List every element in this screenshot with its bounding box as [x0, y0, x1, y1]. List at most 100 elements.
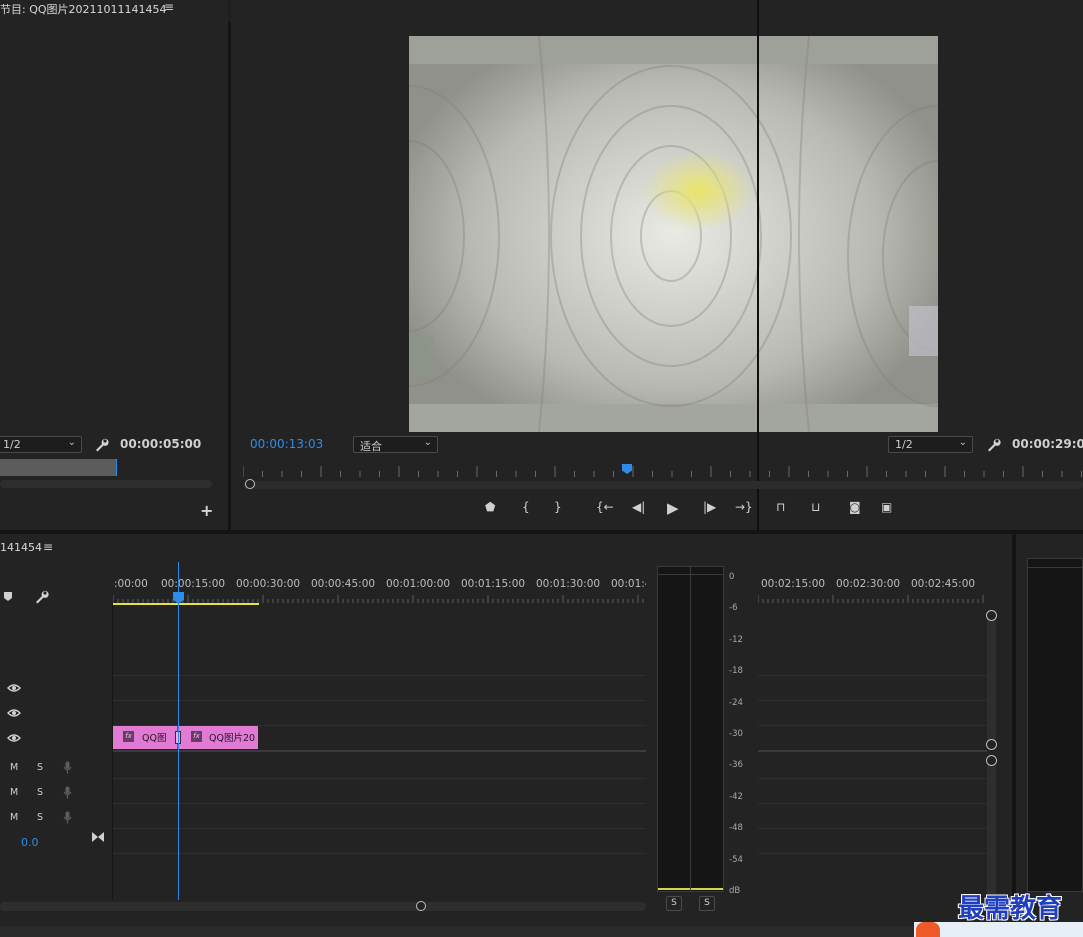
- db-label: -24: [729, 697, 743, 708]
- program-resolution-select[interactable]: 1/2 ⌄: [888, 436, 973, 453]
- timeline-title[interactable]: 141454: [0, 541, 42, 554]
- db-label: -54: [729, 854, 743, 865]
- eye-icon[interactable]: [7, 683, 21, 696]
- microphone-icon[interactable]: [63, 811, 72, 827]
- track-divider: [113, 675, 646, 676]
- track-divider: [758, 853, 987, 854]
- audio-meter-channel-left: [657, 566, 691, 892]
- ruler-label: 00:00:15:00: [161, 578, 226, 590]
- source-monitor-menu-icon[interactable]: ≡: [164, 0, 174, 14]
- audio-meter-level-right: [691, 888, 723, 890]
- comparison-view-icon[interactable]: ▣: [881, 501, 892, 513]
- solo-button[interactable]: S: [37, 812, 43, 823]
- go-to-in-icon[interactable]: {←: [596, 501, 614, 513]
- source-mini-timeline[interactable]: [0, 459, 117, 476]
- db-label: -12: [729, 634, 743, 645]
- track-divider: [758, 700, 987, 701]
- track-divider: [113, 700, 646, 701]
- microphone-icon[interactable]: [63, 761, 72, 777]
- timeline-scroll-handle[interactable]: [416, 901, 426, 911]
- export-frame-icon[interactable]: ◙: [849, 501, 861, 513]
- db-label: -42: [729, 791, 743, 802]
- chevron-down-icon: ⌄: [67, 437, 76, 448]
- step-forward-icon[interactable]: |▶: [703, 501, 716, 513]
- timeline-h-scrollbar[interactable]: [0, 902, 646, 911]
- source-playhead[interactable]: [116, 459, 117, 476]
- microphone-icon[interactable]: [63, 786, 72, 802]
- track-header-separator: [112, 604, 113, 900]
- chevron-down-icon: ⌄: [958, 437, 967, 448]
- play-icon[interactable]: ▶: [667, 501, 679, 516]
- ruler-label: 00:01:30:00: [536, 578, 601, 590]
- source-monitor-title[interactable]: 节目: QQ图片20211011141454: [0, 1, 167, 17]
- track-divider: [758, 803, 987, 804]
- right-meter-top: [1027, 558, 1083, 568]
- wrench-icon[interactable]: [33, 589, 49, 605]
- solo-button-left[interactable]: S: [666, 896, 682, 911]
- program-current-time[interactable]: 00:00:13:03: [250, 437, 323, 451]
- video-clip[interactable]: fx QQ图: [113, 726, 178, 749]
- program-ruler-ticks: [242, 466, 1082, 477]
- extract-icon[interactable]: ⊔: [811, 501, 820, 513]
- program-zoom-scrollbar[interactable]: [243, 481, 1083, 489]
- watermark: 最需教育: [958, 894, 1063, 924]
- program-zoom-select[interactable]: 适合 ⌄: [353, 436, 438, 453]
- mute-button[interactable]: M: [10, 812, 18, 823]
- program-time-ruler[interactable]: [242, 463, 1083, 479]
- source-scrollbar[interactable]: [0, 480, 212, 488]
- mark-in-icon[interactable]: {: [522, 501, 530, 513]
- wrench-icon[interactable]: [985, 437, 1001, 453]
- bowtie-icon[interactable]: [92, 832, 104, 842]
- ruler-label: :00:00: [114, 578, 148, 590]
- solo-button-right[interactable]: S: [699, 896, 715, 911]
- source-monitor-panel: 节目: QQ图片20211011141454 ≡ 1/2 ⌄ 00:00:05:…: [0, 0, 228, 530]
- mute-button[interactable]: M: [10, 762, 18, 773]
- audio-meter-top-bar: [657, 566, 724, 575]
- right-meter-box: [1027, 558, 1083, 892]
- audio-tracks-v-scrollbar[interactable]: [987, 758, 996, 898]
- master-volume-value[interactable]: 0.0: [21, 836, 39, 849]
- track-divider: [758, 750, 987, 752]
- solo-button[interactable]: S: [37, 762, 43, 773]
- lift-icon[interactable]: ⊓: [776, 501, 785, 513]
- fx-badge: fx: [191, 731, 202, 742]
- timeline-menu-icon[interactable]: ≡: [43, 540, 53, 554]
- ruler-label: 00:01:15:00: [461, 578, 526, 590]
- track-divider: [758, 675, 987, 676]
- wrench-icon[interactable]: [93, 437, 109, 453]
- track-divider: [113, 803, 646, 804]
- track-divider: [113, 778, 646, 779]
- timeline-playhead-line[interactable]: [178, 562, 179, 900]
- video-tracks-v-scrollbar[interactable]: [987, 612, 996, 748]
- scroll-handle-top[interactable]: [986, 610, 997, 621]
- db-label: 0: [729, 572, 735, 582]
- ruler-label: 00:02:45:00: [911, 578, 976, 590]
- add-marker-icon[interactable]: ⬟: [485, 501, 495, 513]
- source-resolution-select[interactable]: 1/2 ⌄: [0, 436, 82, 453]
- sogou-icon[interactable]: [916, 922, 940, 937]
- program-zoom-handle[interactable]: [245, 479, 255, 489]
- marker-icon[interactable]: [3, 591, 13, 602]
- step-back-icon[interactable]: ◀|: [632, 501, 645, 513]
- eye-icon[interactable]: [7, 733, 21, 746]
- solo-button[interactable]: S: [37, 787, 43, 798]
- mute-button[interactable]: M: [10, 787, 18, 798]
- timeline-ruler-ticks-right: [758, 595, 984, 603]
- ruler-label: 00:02:30:00: [836, 578, 901, 590]
- plus-icon[interactable]: +: [200, 501, 213, 520]
- track-divider: [113, 828, 646, 829]
- eye-icon[interactable]: [7, 708, 21, 721]
- db-label: -30: [729, 729, 743, 739]
- mark-out-icon[interactable]: }: [554, 501, 562, 513]
- ruler-label: 00:01:00:00: [386, 578, 451, 590]
- track-divider: [758, 828, 987, 829]
- db-label: -6: [729, 603, 738, 614]
- db-label: -48: [729, 823, 743, 834]
- video-content: [409, 36, 938, 432]
- video-clip[interactable]: fx QQ图片20: [178, 726, 258, 749]
- work-area-bar[interactable]: [113, 603, 259, 605]
- scroll-handle-bottom[interactable]: [986, 739, 997, 750]
- clip-label: QQ图: [142, 733, 167, 744]
- go-to-out-icon[interactable]: →}: [735, 501, 753, 513]
- scroll-handle-top[interactable]: [986, 755, 997, 766]
